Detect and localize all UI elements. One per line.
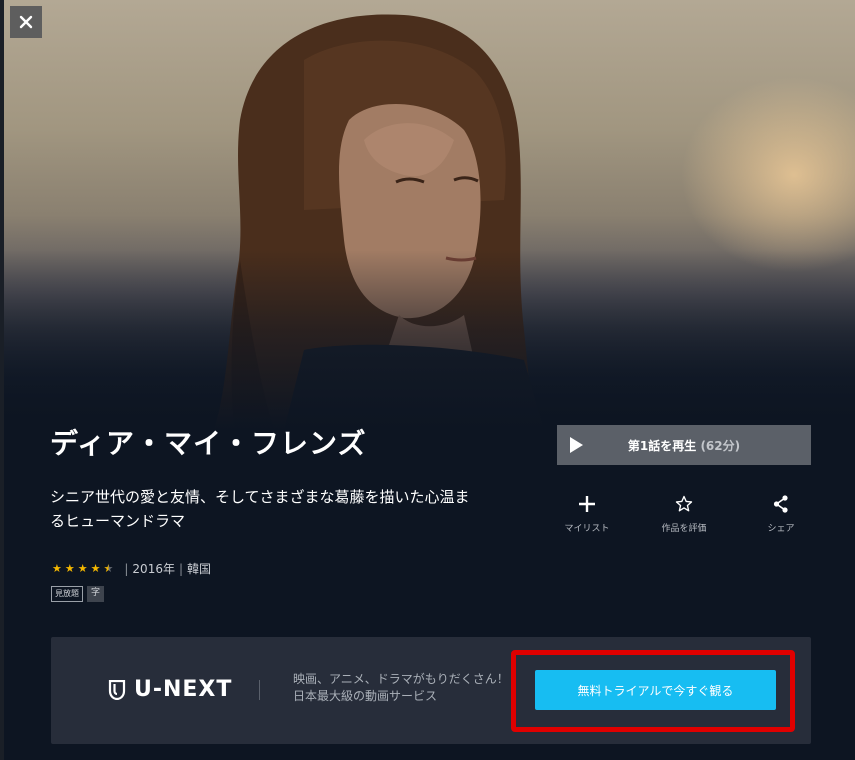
promo-copy: 映画、アニメ、ドラマがもりだくさん！ 日本最大級の動画サービス <box>293 671 509 705</box>
tag-list: 見放題 字 <box>51 586 105 602</box>
plus-icon <box>578 493 596 515</box>
rate-button[interactable]: 作品を評価 <box>654 493 714 534</box>
half-star-icon: ★ <box>103 562 114 575</box>
play-label: 第1話を再生 (62分) <box>557 437 811 454</box>
hero-image <box>4 0 855 430</box>
mylist-button[interactable]: マイリスト <box>557 493 617 534</box>
description: シニア世代の愛と友情、そしてさまざまな葛藤を描いた心温まるヒューマンドラマ <box>50 488 470 530</box>
star-icon: ★ <box>77 562 88 575</box>
country: 韓国 <box>187 562 212 576</box>
star-icon: ★ <box>90 562 101 575</box>
action-row: マイリスト 作品を評価 シェア <box>557 493 811 534</box>
hero-fade <box>4 250 855 430</box>
unext-logo-icon <box>108 679 126 700</box>
divider: | <box>124 561 129 576</box>
play-text: 第1話を再生 <box>627 438 697 453</box>
play-icon <box>570 437 583 453</box>
brand: U-NEXT <box>108 677 232 702</box>
brand-name: U-NEXT <box>134 677 233 702</box>
promo-banner: U-NEXT 映画、アニメ、ドラマがもりだくさん！ 日本最大級の動画サービス 無… <box>51 637 811 744</box>
star-outline-icon <box>675 493 693 515</box>
tag-unlimited: 見放題 <box>51 586 83 602</box>
promo-line-1: 映画、アニメ、ドラマがもりだくさん！ <box>293 672 509 686</box>
mylist-label: マイリスト <box>564 524 610 534</box>
page-title: ディア・マイ・フレンズ <box>50 427 367 460</box>
divider: | <box>178 561 184 576</box>
promo-divider <box>259 680 260 700</box>
rate-label: 作品を評価 <box>661 524 707 534</box>
share-button[interactable]: シェア <box>751 493 811 534</box>
close-icon <box>19 15 33 29</box>
meta-row: ★ ★ ★ ★ ★ | 2016年 | 韓国 <box>52 560 211 577</box>
share-icon <box>773 493 789 515</box>
promo-line-2: 日本最大級の動画サービス <box>293 689 438 703</box>
tag-subtitle: 字 <box>87 586 105 602</box>
play-duration: (62分) <box>700 438 741 453</box>
star-icon: ★ <box>52 562 62 575</box>
year: 2016年 <box>132 562 175 576</box>
rating-stars: ★ ★ ★ ★ ★ <box>52 562 116 575</box>
free-trial-button[interactable]: 無料トライアルで今すぐ観る <box>535 670 776 710</box>
star-icon: ★ <box>64 562 75 575</box>
share-label: シェア <box>767 524 795 534</box>
close-button[interactable] <box>10 6 42 38</box>
play-episode-button[interactable]: 第1話を再生 (62分) <box>557 425 811 465</box>
